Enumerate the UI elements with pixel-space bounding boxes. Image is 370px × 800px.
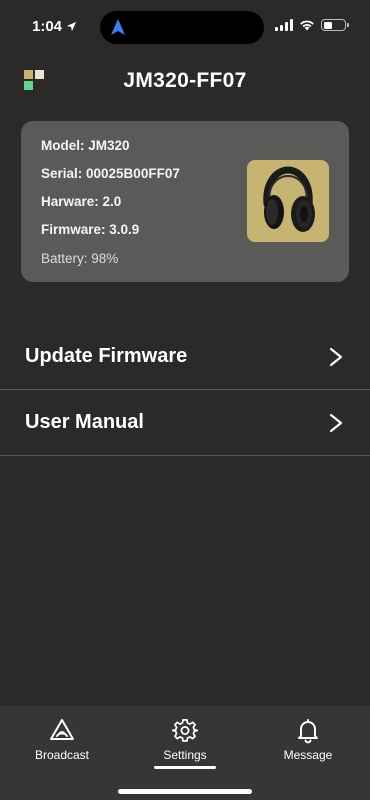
home-indicator[interactable] (118, 789, 252, 794)
update-firmware-label: Update Firmware (25, 345, 188, 367)
tab-settings-label: Settings (163, 748, 207, 762)
user-manual-label: User Manual (25, 411, 144, 433)
device-info-card: Model: JM320 Serial: 00025B00FF07 Harwar… (21, 121, 349, 282)
bell-icon (298, 719, 318, 744)
location-arrow-icon (66, 21, 77, 32)
dynamic-island (100, 11, 264, 44)
firmware-text: Firmware: 3.0.9 (41, 222, 140, 237)
gear-icon (172, 719, 198, 742)
tab-broadcast-label: Broadcast (34, 748, 90, 762)
status-bar: 1:04 (0, 0, 370, 54)
serial-text: Serial: 00025B00FF07 (41, 166, 180, 181)
status-icons (275, 19, 349, 31)
cellular-signal-icon (275, 19, 293, 31)
clock-text: 1:04 (32, 18, 63, 35)
wifi-icon (300, 20, 314, 31)
navigation-arrow-icon (111, 19, 125, 35)
user-manual-item[interactable]: User Manual (0, 390, 370, 456)
active-tab-indicator (154, 766, 216, 769)
battery-status-icon (321, 19, 349, 31)
update-firmware-item[interactable]: Update Firmware (0, 324, 370, 390)
chevron-right-icon (329, 347, 343, 366)
chevron-right-icon (329, 413, 343, 432)
page-title: JM320-FF07 (123, 69, 247, 92)
tab-broadcast[interactable]: Broadcast (17, 718, 107, 762)
headphones-image (247, 160, 329, 242)
model-text: Model: JM320 (41, 138, 130, 153)
tab-bar: Broadcast Settings Message (0, 706, 370, 800)
status-time: 1:04 (32, 18, 77, 35)
battery-text: Battery: 98% (41, 251, 119, 266)
tab-settings[interactable]: Settings (140, 718, 230, 762)
broadcast-icon (50, 719, 74, 740)
headphones-icon (263, 166, 315, 232)
hardware-text: Harware: 2.0 (41, 194, 122, 209)
tab-message-label: Message (283, 748, 333, 762)
tab-message[interactable]: Message (263, 718, 353, 762)
